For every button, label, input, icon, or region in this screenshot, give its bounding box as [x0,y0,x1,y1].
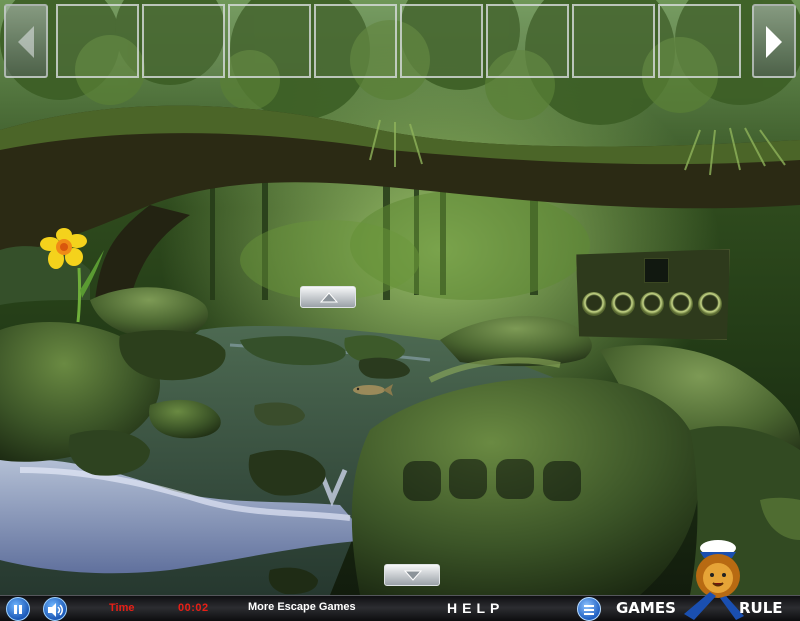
sound-toggle-button[interactable] [43,597,67,621]
daffodil-flower[interactable] [36,228,108,324]
daffodil-icon [40,228,104,323]
chevron-left-icon [18,26,34,58]
puzzle-button-2[interactable] [611,292,635,316]
logo-text-games: GAMES [616,599,676,617]
inventory-slot-7[interactable] [572,4,655,78]
inventory-slot-8[interactable] [658,4,741,78]
puzzle-button-3[interactable] [640,292,664,316]
pause-button[interactable] [6,597,30,621]
menu-button[interactable] [577,597,601,621]
games-rule-logo[interactable]: GAMES RULE [614,540,800,621]
puzzle-display-square[interactable] [644,258,669,283]
more-escape-games-link[interactable]: More Escape Games [248,601,356,613]
navigate-back-button[interactable] [384,564,440,586]
triangle-down-icon [404,570,422,581]
navigate-forward-button[interactable] [300,286,356,308]
inventory-slot-4[interactable] [314,4,397,78]
game-stage: Time 00:02 More Escape Games HELP GAMES … [0,0,800,621]
inventory-next-button[interactable] [752,4,796,78]
inventory-bar [0,0,800,82]
puzzle-button-4[interactable] [669,292,693,316]
chevron-right-icon [766,26,782,58]
stone-slot-4[interactable] [543,461,581,501]
fish-icon [353,384,393,396]
stone-slot-2[interactable] [449,459,487,499]
inventory-slot-3[interactable] [228,4,311,78]
stone-slot-3[interactable] [496,459,534,499]
help-button[interactable]: HELP [447,600,504,616]
inventory-slot-2[interactable] [142,4,225,78]
time-value: 00:02 [178,602,209,614]
inventory-slot-1[interactable] [56,4,139,78]
puzzle-button-5[interactable] [698,292,722,316]
speaker-icon [48,603,63,617]
puzzle-panel [576,249,730,340]
inventory-prev-button[interactable] [4,4,48,78]
puzzle-button-1[interactable] [582,292,606,316]
fish[interactable] [349,382,393,398]
inventory-slot-5[interactable] [400,4,483,78]
logo-text-rule: RULE [739,599,783,617]
triangle-up-icon [320,292,338,303]
inventory-slot-6[interactable] [486,4,569,78]
time-label: Time [109,602,135,614]
stone-slot-1[interactable] [403,461,441,501]
